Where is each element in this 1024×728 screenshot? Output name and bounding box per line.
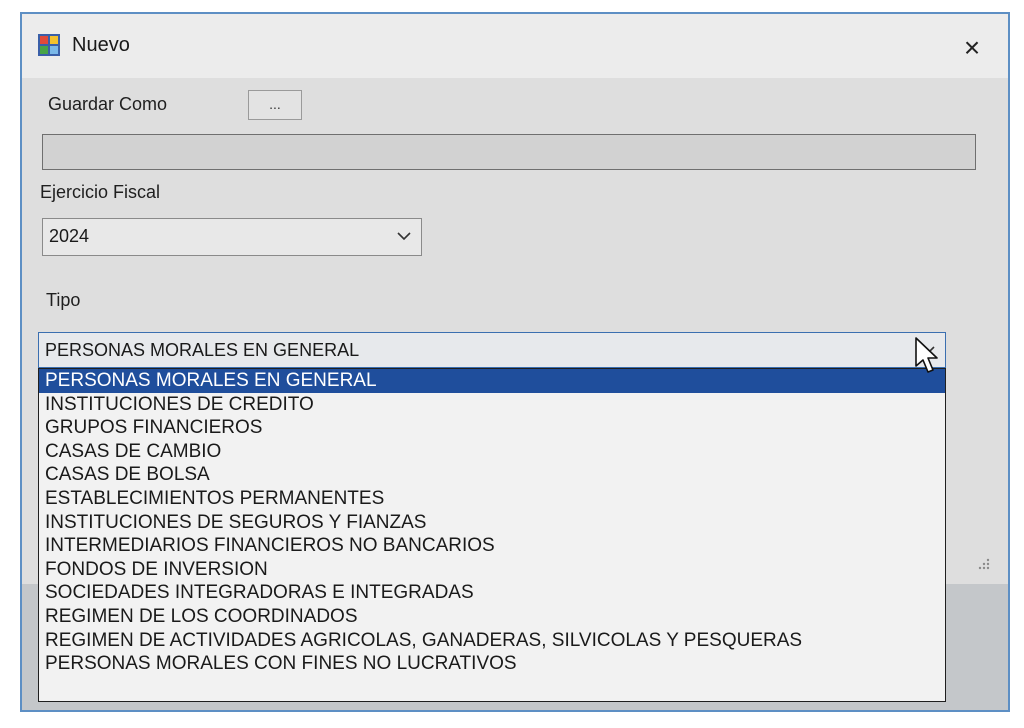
save-path-field[interactable] [42,134,976,170]
fiscal-year-value: 2024 [49,226,90,246]
chevron-down-icon [397,232,411,241]
dialog-window: Nuevo × Guardar Como ... Ejercicio Fisca… [22,14,1008,710]
close-icon: × [963,32,981,63]
type-option[interactable]: INSTITUCIONES DE SEGUROS Y FIANZAS [39,511,945,535]
type-option[interactable]: INSTITUCIONES DE CREDITO [39,393,945,417]
type-option[interactable]: SOCIEDADES INTEGRADORAS E INTEGRADAS [39,581,945,605]
type-option[interactable]: CASAS DE BOLSA [39,463,945,487]
type-dropdown-list[interactable]: PERSONAS MORALES EN GENERAL INSTITUCIONE… [38,368,946,702]
title-bar[interactable]: Nuevo × [22,14,1008,78]
type-option[interactable]: REGIMEN DE LOS COORDINADOS [39,605,945,629]
type-label: Tipo [46,290,81,310]
window-app-icon [38,34,60,56]
window-title: Nuevo [72,34,130,56]
fiscal-year-label: Ejercicio Fiscal [40,182,161,202]
type-option[interactable]: CASAS DE CAMBIO [39,440,945,464]
type-option[interactable]: INTERMEDIARIOS FINANCIEROS NO BANCARIOS [39,534,945,558]
type-option[interactable]: FONDOS DE INVERSION [39,558,945,582]
resize-grip-icon[interactable] [972,556,992,576]
type-value: PERSONAS MORALES EN GENERAL [45,340,360,360]
type-option[interactable]: ESTABLECIMIENTOS PERMANENTES [39,487,945,511]
save-as-label: Guardar Como [48,94,168,114]
type-option[interactable]: REGIMEN DE ACTIVIDADES AGRICOLAS, GANADE… [39,629,945,653]
close-button[interactable]: × [954,30,990,66]
fiscal-year-select[interactable]: 2024 [42,218,422,256]
type-select[interactable]: PERSONAS MORALES EN GENERAL [38,332,946,368]
browse-button[interactable]: ... [248,90,302,120]
mouse-pointer-icon [915,337,938,373]
type-option[interactable]: PERSONAS MORALES CON FINES NO LUCRATIVOS [39,652,945,676]
type-option[interactable]: GRUPOS FINANCIEROS [39,416,945,440]
screenshot-frame: Nuevo × Guardar Como ... Ejercicio Fisca… [20,12,1010,712]
type-option[interactable]: PERSONAS MORALES EN GENERAL [39,369,945,393]
